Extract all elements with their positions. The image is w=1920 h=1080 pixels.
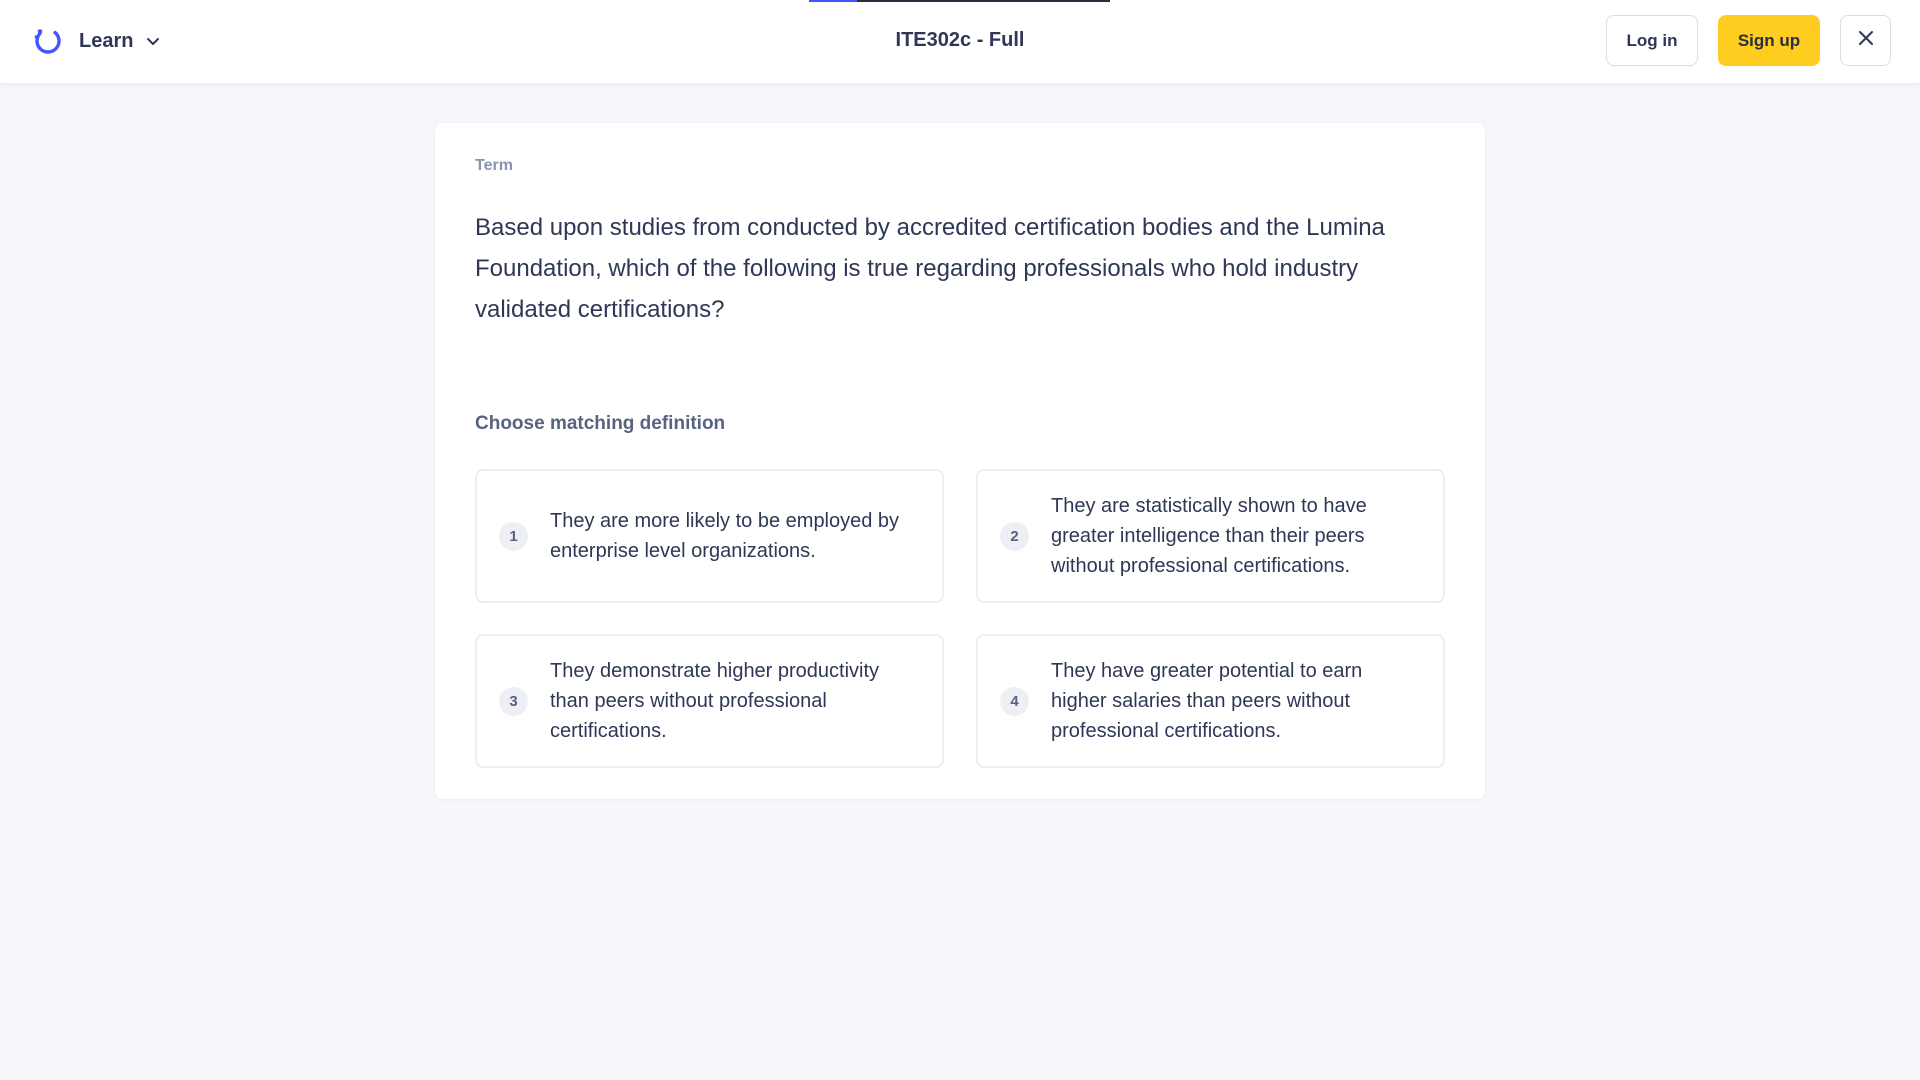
set-title[interactable]: ITE302c - Full (896, 29, 1025, 52)
option-number-badge: 4 (1000, 686, 1029, 716)
study-mode-label: Learn (79, 29, 134, 52)
study-mode-switcher[interactable]: Learn (32, 21, 161, 61)
term-text: Based upon studies from conducted by acc… (475, 214, 1385, 323)
option-text: They are statistically shown to have gre… (1051, 495, 1367, 577)
answer-option-3[interactable]: 3 They demonstrate higher productivity t… (475, 634, 944, 768)
option-number-badge: 1 (499, 521, 528, 551)
sign-up-button[interactable]: Sign up (1718, 15, 1820, 66)
question-card: Term Based upon studies from conducted b… (435, 123, 1485, 799)
progress-bar-fill (809, 0, 858, 2)
term-label: Term (475, 157, 513, 174)
choose-definition-label: Choose matching definition (475, 413, 726, 434)
option-text: They demonstrate higher productivity tha… (550, 660, 880, 742)
option-number-badge: 3 (499, 686, 528, 716)
answer-option-4[interactable]: 4 They have greater potential to earn hi… (976, 634, 1445, 768)
option-number-badge: 2 (1000, 521, 1029, 551)
top-bar: Learn ITE302c - Full Log in Sign up (0, 0, 1920, 83)
close-icon (1857, 29, 1875, 52)
progress-bar (809, 0, 1110, 2)
option-text: They are more likely to be employed by e… (550, 510, 900, 562)
log-in-button[interactable]: Log in (1606, 15, 1698, 66)
close-button[interactable] (1840, 15, 1891, 66)
learn-mode-icon (32, 25, 64, 57)
answer-option-2[interactable]: 2 They are statistically shown to have g… (976, 469, 1445, 603)
option-text: They have greater potential to earn high… (1051, 660, 1363, 742)
answer-options: 1 They are more likely to be employed by… (475, 469, 1445, 768)
chevron-down-icon (145, 33, 161, 49)
answer-option-1[interactable]: 1 They are more likely to be employed by… (475, 469, 944, 603)
